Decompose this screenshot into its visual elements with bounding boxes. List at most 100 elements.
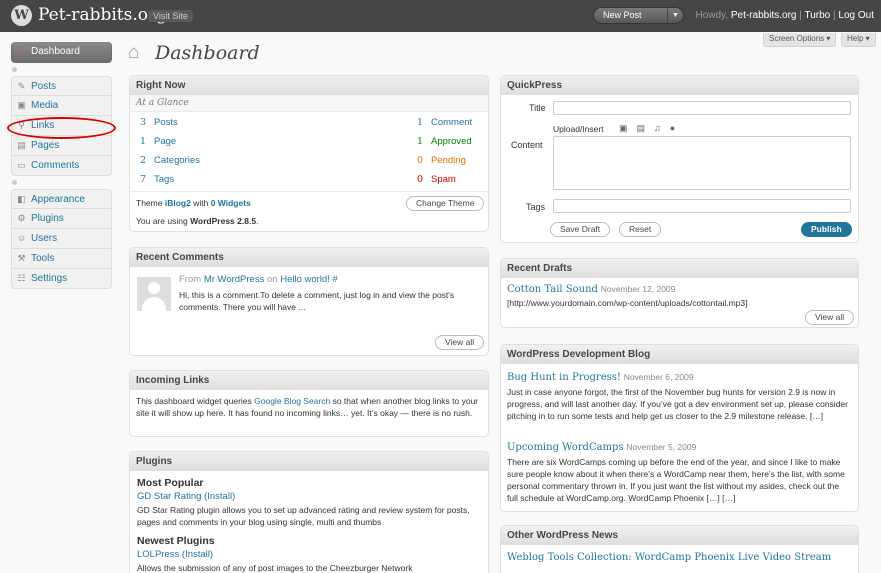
menu-item-posts[interactable]: ✎ Posts [11, 76, 112, 96]
count-posts[interactable]: 3 Posts [140, 117, 178, 128]
menu-item-plugins[interactable]: ⚙ Plugins [11, 209, 112, 229]
user-links: Howdy, Pet-rabbits.org | Turbo | Log Out [695, 10, 874, 21]
popular-plugin-link[interactable]: GD Star Rating [137, 491, 201, 502]
content-textarea[interactable] [553, 136, 851, 190]
blog-post-excerpt: There are six WordCamps coming up before… [507, 457, 845, 503]
plugins-box: Plugins Most Popular GD Star Rating (Ins… [129, 451, 489, 573]
count-spam[interactable]: 0 Spam [417, 174, 456, 185]
count-categories[interactable]: 2 Categories [140, 155, 200, 166]
recent-drafts-box: Recent Drafts Cotton Tail Sound November… [500, 258, 859, 328]
video-icon[interactable]: ▤ [637, 123, 655, 133]
media-icon[interactable]: ● [670, 123, 684, 133]
publish-button[interactable]: Publish [801, 222, 852, 237]
box-title[interactable]: Incoming Links [130, 371, 488, 390]
news-item-link[interactable]: Weblog Tools Collection: WordCamp Phoeni… [507, 552, 831, 563]
box-title[interactable]: Right Now [130, 76, 488, 95]
dashboard-house-icon: ⌂ [128, 42, 140, 63]
help-button[interactable]: Help ▾ [841, 33, 876, 47]
comment-icon: ▭ [17, 160, 26, 170]
tools-icon: ⚒ [17, 253, 26, 263]
visit-site-button[interactable]: Visit Site [148, 10, 193, 22]
pin-icon: ✎ [17, 81, 26, 91]
plug-icon: ⚙ [17, 213, 26, 223]
install-link[interactable]: Install [207, 491, 232, 502]
menu-label: Pages [31, 140, 60, 151]
tags-input[interactable] [553, 199, 851, 213]
menu-item-settings[interactable]: ☷ Settings [11, 269, 112, 289]
widgets-link[interactable]: 0 Widgets [211, 198, 251, 208]
wordpress-logo-icon: W [11, 5, 32, 26]
view-all-comments-button[interactable]: View all [435, 335, 485, 350]
view-all-drafts-button[interactable]: View all [805, 310, 855, 325]
avatar [137, 277, 171, 311]
users-icon: ☺ [16, 233, 27, 243]
draft-excerpt: [http://www.yourdomain.com/wp-content/up… [507, 298, 748, 308]
new-post-button[interactable]: New Post ▼ [593, 7, 684, 24]
menu-item-users[interactable]: ☺ Users [11, 229, 112, 249]
reset-button[interactable]: Reset [619, 222, 662, 237]
title-input[interactable] [553, 101, 851, 115]
comment-permalink[interactable]: # [332, 274, 337, 285]
menu-label: Settings [31, 273, 68, 284]
newest-plugin-link[interactable]: LOLPress [137, 549, 179, 560]
blog-post-date: November 6, 2009 [623, 372, 694, 382]
draft-item: Cotton Tail Sound November 12, 2009 [507, 284, 675, 295]
count-approved[interactable]: 1 Approved [417, 136, 472, 147]
tags-label: Tags [526, 202, 546, 212]
menu-item-pages[interactable]: ▤ Pages [11, 136, 112, 156]
comment-post-link[interactable]: Hello world! [280, 274, 330, 285]
image-icon[interactable]: ▣ [619, 123, 637, 133]
menu-item-comments[interactable]: ▭ Comments [11, 156, 112, 176]
menu-item-tools[interactable]: ⚒ Tools [11, 249, 112, 269]
popular-plugin-desc: GD Star Rating plugin allows you to set … [137, 505, 470, 527]
menu-item-dashboard[interactable]: ⌂ Dashboard [11, 42, 112, 63]
theme-link[interactable]: iBlog2 [165, 198, 191, 208]
admin-menu: ⌂ Dashboard ✎ Posts ▣ Media ⚲ Links ▤ Pages ▭… [11, 42, 112, 289]
count-comments[interactable]: 1 Comment [417, 117, 472, 128]
box-title[interactable]: Other WordPress News [501, 526, 858, 545]
news-item: Weblog Tools Collection: WordCamp Phoeni… [507, 552, 831, 563]
username-link[interactable]: Pet-rabbits.org [731, 10, 797, 21]
link-icon: ⚲ [18, 120, 25, 130]
menu-label: Posts [31, 81, 57, 92]
count-pending[interactable]: 0 Pending [417, 155, 466, 166]
blog-post-date: November 5, 2009 [626, 442, 697, 452]
dev-blog-box: WordPress Development Blog Bug Hunt in P… [500, 344, 859, 512]
recent-comments-box: Recent Comments From Mr WordPress on Hel… [129, 247, 489, 356]
howdy-text: Howdy, [695, 10, 729, 21]
incoming-links-box: Incoming Links This dashboard widget que… [129, 370, 489, 437]
blog-post-link[interactable]: Upcoming WordCamps [507, 442, 624, 453]
menu-item-media[interactable]: ▣ Media [11, 96, 112, 116]
menu-separator [11, 63, 112, 76]
count-tags[interactable]: 7 Tags [140, 174, 174, 185]
media-icon: ▣ [17, 100, 26, 110]
blog-item-title-row: Upcoming WordCamps November 5, 2009 [507, 442, 696, 453]
draft-title-link[interactable]: Cotton Tail Sound [507, 284, 598, 295]
box-title[interactable]: WordPress Development Blog [501, 345, 858, 364]
blog-post-excerpt: Just in case anyone forgot, the first of… [507, 387, 848, 421]
install-link[interactable]: Install [185, 549, 210, 560]
divider [130, 191, 488, 192]
blog-post-link[interactable]: Bug Hunt in Progress! [507, 372, 621, 383]
content-label: Content [511, 140, 543, 150]
box-title[interactable]: Recent Drafts [501, 259, 858, 278]
menu-item-links[interactable]: ⚲ Links [11, 116, 112, 136]
log-out-link[interactable]: Log Out [838, 10, 874, 21]
google-blog-search-link[interactable]: Google Blog Search [254, 396, 330, 406]
change-theme-button[interactable]: Change Theme [406, 196, 485, 211]
menu-label: Tools [31, 253, 55, 264]
count-pages[interactable]: 1 Page [140, 136, 176, 147]
comment-author-link[interactable]: Mr WordPress [204, 274, 265, 285]
audio-icon[interactable]: ♫ [654, 123, 670, 133]
media-icons: ▣▤♫● [619, 123, 684, 134]
help-label: Help [847, 34, 864, 43]
box-title[interactable]: QuickPress [501, 76, 858, 95]
box-title[interactable]: Plugins [130, 452, 488, 471]
screen-options-button[interactable]: Screen Options ▾ [763, 33, 837, 47]
menu-item-appearance[interactable]: ◧ Appearance [11, 189, 112, 209]
menu-label: Appearance [31, 194, 85, 205]
save-draft-button[interactable]: Save Draft [550, 222, 611, 237]
turbo-link[interactable]: Turbo [804, 10, 830, 21]
box-title[interactable]: Recent Comments [130, 248, 488, 267]
chevron-down-icon[interactable]: ▼ [667, 8, 683, 23]
